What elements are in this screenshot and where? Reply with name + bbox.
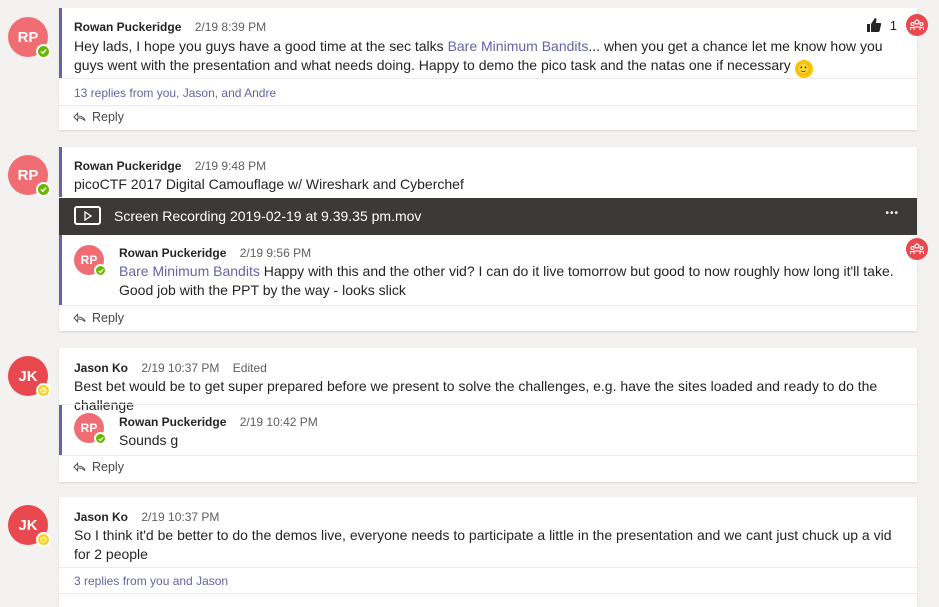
more-options-icon[interactable]: ••• [885,208,899,219]
reply-arrow-icon [73,112,86,122]
message-author[interactable]: Jason Ko [74,361,128,375]
divider [59,305,917,306]
reply-button[interactable]: Reply [73,311,124,325]
avatar[interactable]: RP [8,155,51,197]
message-body: picoCTF 2017 Digital Camouflage w/ Wires… [74,176,464,192]
mention-link[interactable]: Bare Minimum Bandits [448,38,589,54]
message-timestamp: 2/19 9:48 PM [194,159,267,173]
message-thread: Rowan Puckeridge 2/19 9:48 PM picoCTF 20… [59,147,917,331]
reply-arrow-icon [73,313,86,323]
attachment-filename[interactable]: Screen Recording 2019-02-19 at 9.39.35 p… [114,208,421,224]
message-body: So I think it'd be better to do the demo… [74,527,892,562]
message: Jason Ko 2/19 10:37 PM Edited Best bet w… [59,348,917,413]
message-timestamp: 2/19 10:37 PM [141,361,220,375]
avatar[interactable]: JK [8,505,51,547]
like-icon [866,18,881,32]
presence-available-icon [36,182,51,197]
message-thread: Jason Ko 2/19 10:37 PM Edited Best bet w… [59,348,917,482]
reply-button[interactable]: Reply [73,460,124,474]
reply-arrow-icon [73,462,86,472]
reply-button[interactable]: Reply [73,110,124,124]
smile-emoji-icon: 🙂 [794,60,813,78]
message: Rowan Puckeridge 2/19 8:39 PM 1 Hey lads… [59,8,917,78]
message-author[interactable]: Jason Ko [74,510,128,524]
reaction-summary[interactable]: 1 [866,17,897,33]
message-timestamp: 2/19 10:42 PM [239,415,318,429]
divider [59,567,917,568]
team-mention-icon [906,14,928,36]
message-body: Bare Minimum Bandits Happy with this and… [119,263,894,298]
team-mention-icon [906,238,928,260]
message-author[interactable]: Rowan Puckeridge [119,415,226,429]
edited-label: Edited [232,361,267,375]
presence-available-icon [94,432,107,445]
presence-away-icon [36,532,51,547]
message-timestamp: 2/19 10:37 PM [141,510,220,524]
reply-message: RP Rowan Puckeridge 2/19 9:56 PM Bare Mi… [59,235,917,305]
like-count: 1 [889,17,897,33]
message-author[interactable]: Rowan Puckeridge [74,159,181,173]
avatar[interactable]: RP [8,17,51,59]
message-thread: Jason Ko 2/19 10:37 PM So I think it'd b… [59,497,917,607]
message-body: Sounds g [119,432,179,448]
divider [59,455,917,456]
message: Jason Ko 2/19 10:37 PM So I think it'd b… [59,497,917,567]
presence-available-icon [36,44,51,59]
message-author[interactable]: Rowan Puckeridge [74,20,181,34]
message-author[interactable]: Rowan Puckeridge [119,246,226,260]
replies-link[interactable]: 3 replies from you and Jason [74,574,228,588]
divider [59,593,917,594]
presence-away-icon [36,383,51,398]
avatar[interactable]: RP [74,245,107,277]
mention-link[interactable]: Bare Minimum Bandits [119,263,260,279]
avatar[interactable]: JK [8,356,51,398]
divider [59,78,917,79]
presence-available-icon [94,264,107,277]
message: Rowan Puckeridge 2/19 9:48 PM picoCTF 20… [59,147,917,197]
avatar[interactable]: RP [74,413,107,445]
replies-link[interactable]: 13 replies from you, Jason, and Andre [74,86,276,100]
play-icon[interactable] [74,206,101,225]
message-timestamp: 2/19 9:56 PM [239,246,312,260]
reply-message: RP Rowan Puckeridge 2/19 10:42 PM Sounds… [59,405,917,455]
message-thread: Rowan Puckeridge 2/19 8:39 PM 1 Hey lads… [59,8,917,130]
video-attachment[interactable]: Screen Recording 2019-02-19 at 9.39.35 p… [59,198,917,235]
message-timestamp: 2/19 8:39 PM [194,20,267,34]
message-body: Hey lads, I hope you guys have a good ti… [74,38,883,78]
divider [59,105,917,106]
